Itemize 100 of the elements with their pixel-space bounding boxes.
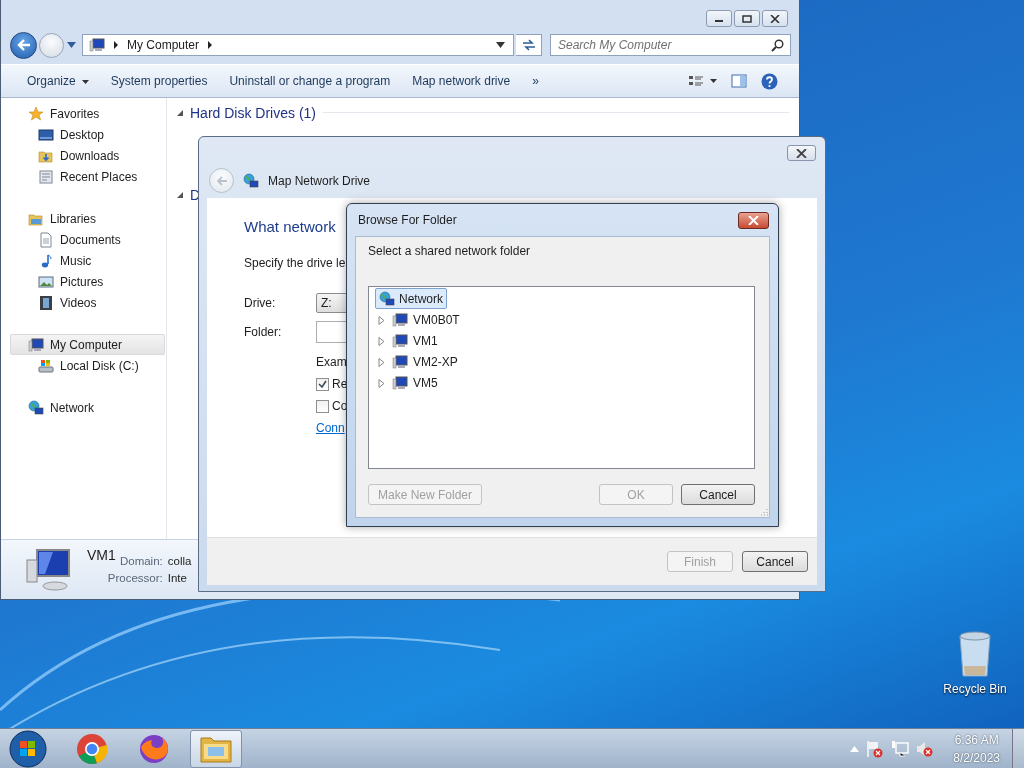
recent-icon xyxy=(38,168,54,185)
nav-item[interactable]: Music xyxy=(1,250,165,271)
network-icon xyxy=(28,399,44,416)
search-field[interactable]: Search My Computer xyxy=(550,34,791,56)
tree-item[interactable]: VM1 xyxy=(389,332,441,350)
close-button[interactable] xyxy=(762,10,788,27)
flag-error-icon[interactable] xyxy=(866,739,885,758)
desktop-icon-label[interactable]: Recycle Bin xyxy=(943,682,1007,696)
instruction-text: Specify the drive le xyxy=(244,256,346,270)
dialog-button[interactable]: Cancel xyxy=(742,551,808,572)
section-heading: Hard Disk Drives (1) xyxy=(190,104,316,121)
collapse-triangle-icon[interactable] xyxy=(177,191,183,198)
tree-item[interactable]: Network xyxy=(375,288,447,309)
documents-icon xyxy=(38,231,54,248)
tree-item[interactable]: VM0B0T xyxy=(389,311,463,329)
star-icon xyxy=(28,105,44,122)
breadcrumb[interactable]: My Computer xyxy=(127,38,200,52)
close-icon xyxy=(770,14,780,23)
nav-group-item[interactable]: Favorites xyxy=(1,103,165,124)
toolbar-button[interactable]: Uninstall or change a program xyxy=(218,70,402,92)
pictures-icon xyxy=(38,273,54,290)
address-bar[interactable]: My Computer xyxy=(82,34,514,56)
close-button[interactable] xyxy=(787,145,816,161)
detail-value: Inte xyxy=(167,572,188,584)
prompt-text: Select a shared network folder xyxy=(368,244,532,258)
computer-icon xyxy=(89,37,105,53)
speaker-muted-icon[interactable] xyxy=(916,739,935,758)
disk-icon xyxy=(38,357,54,374)
back-button[interactable] xyxy=(10,31,37,59)
dialog-button[interactable]: Cancel xyxy=(681,484,755,505)
back-arrow-icon xyxy=(215,175,228,186)
browser-ball-icon xyxy=(76,732,108,765)
desktop-icon xyxy=(38,126,54,143)
nav-item[interactable]: Recent Places xyxy=(1,166,165,187)
collapse-triangle-icon[interactable] xyxy=(177,109,183,116)
refresh-button[interactable] xyxy=(516,34,542,56)
checkbox[interactable] xyxy=(316,399,329,413)
toolbar-button[interactable]: Map network drive xyxy=(401,70,522,92)
chevron-icon xyxy=(113,41,119,49)
resize-grip-icon[interactable] xyxy=(760,508,768,516)
computer-icon xyxy=(25,547,73,592)
nav-item[interactable]: Downloads xyxy=(1,145,165,166)
computer-icon xyxy=(28,336,44,353)
history-dropdown-icon[interactable] xyxy=(67,42,76,48)
clock-date: 8/2/2023 xyxy=(953,749,1000,767)
toolbar-button[interactable]: System properties xyxy=(99,70,219,92)
toolbar-button[interactable]: Organize xyxy=(16,70,100,92)
view-list-icon xyxy=(689,75,717,87)
nav-item[interactable]: Documents xyxy=(1,229,165,250)
nav-group-item[interactable]: My Computer xyxy=(10,334,165,355)
drive-label: Drive: xyxy=(244,296,277,310)
expand-arrow-icon[interactable] xyxy=(378,315,385,325)
folder-label: Folder: xyxy=(244,325,283,339)
example-text: Exam xyxy=(316,355,347,369)
network-drive-icon xyxy=(243,172,259,189)
back-arrow-icon xyxy=(16,39,31,51)
computer-icon xyxy=(392,312,408,328)
dialog-title: Browse For Folder xyxy=(358,213,457,227)
computer-icon xyxy=(392,375,408,391)
nav-item[interactable]: Desktop xyxy=(1,124,165,145)
dropdown-arrow-icon[interactable] xyxy=(496,42,505,48)
checkbox[interactable] xyxy=(316,377,329,391)
minimize-button[interactable] xyxy=(706,10,732,27)
dialog-heading: What network xyxy=(244,218,336,235)
taskbar-app-button[interactable] xyxy=(190,729,242,768)
expand-arrow-icon[interactable] xyxy=(378,357,385,367)
nav-item[interactable]: Pictures xyxy=(1,271,165,292)
toolbar-button[interactable]: » xyxy=(521,70,550,92)
preview-pane-icon xyxy=(731,74,747,88)
tree-item[interactable]: VM5 xyxy=(389,374,441,392)
dialog-title: Map Network Drive xyxy=(268,173,371,188)
videos-icon xyxy=(38,294,54,311)
checkbox-label[interactable]: Re xyxy=(332,377,348,391)
detail-label: Processor: xyxy=(107,572,163,584)
maximize-icon xyxy=(742,14,752,23)
chevron-icon xyxy=(207,41,214,49)
maximize-button[interactable] xyxy=(734,10,760,27)
show-desktop-button[interactable] xyxy=(1012,728,1024,768)
fox-globe-icon xyxy=(138,732,170,765)
network-icon xyxy=(379,290,395,307)
computer-icon xyxy=(392,354,408,370)
nav-group-item[interactable]: Network xyxy=(1,397,165,418)
detail-label: Domain: xyxy=(118,555,163,567)
expand-arrow-icon[interactable] xyxy=(378,378,385,388)
refresh-arrows-icon xyxy=(520,38,537,52)
help-icon xyxy=(761,72,778,90)
nav-item[interactable]: Videos xyxy=(1,292,165,313)
close-icon xyxy=(748,215,759,225)
start-orb-icon xyxy=(9,729,47,768)
nav-item[interactable]: Local Disk (C:) xyxy=(1,355,165,376)
tree-item[interactable]: VM2-XP xyxy=(389,353,461,371)
computer-icon xyxy=(392,333,408,349)
close-icon xyxy=(796,148,807,158)
search-icon xyxy=(771,39,784,52)
expand-arrow-icon[interactable] xyxy=(378,336,385,346)
nav-group-item[interactable]: Libraries xyxy=(1,208,165,229)
clock-time: 6:36 AM xyxy=(954,731,999,749)
close-button[interactable] xyxy=(738,211,769,229)
caret-icon xyxy=(81,79,89,84)
link[interactable]: Conn xyxy=(316,421,345,435)
